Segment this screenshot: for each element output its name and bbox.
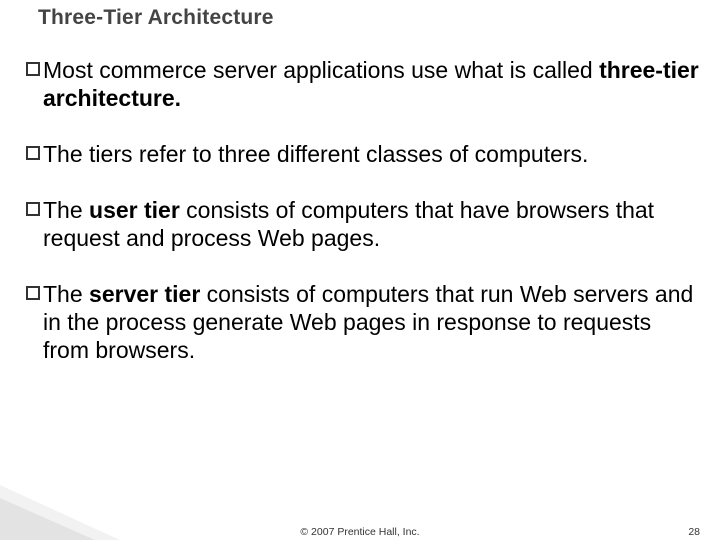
bullet-square-icon: [26, 286, 40, 300]
slide: Three-Tier Architecture Most commerce se…: [0, 0, 720, 540]
text-run: The tiers refer to three different class…: [43, 141, 588, 167]
bullet-text: The server tier consists of computers th…: [43, 280, 700, 364]
bullet-item: Most commerce server applications use wh…: [26, 56, 700, 112]
bullet-text: The tiers refer to three different class…: [43, 140, 700, 168]
bullet-square-icon: [26, 146, 40, 160]
text-run: The: [43, 281, 89, 307]
bullet-square-icon: [26, 62, 40, 76]
bullet-item: The server tier consists of computers th…: [26, 280, 700, 364]
text-run: The: [43, 197, 89, 223]
slide-title: Three-Tier Architecture: [38, 6, 274, 30]
text-run-bold: user tier: [89, 197, 180, 223]
text-run: Most commerce server applications use wh…: [43, 57, 599, 83]
page-number: 28: [688, 526, 700, 538]
slide-body: Most commerce server applications use wh…: [26, 56, 700, 392]
text-run-bold: server tier: [89, 281, 200, 307]
bullet-item: The tiers refer to three different class…: [26, 140, 700, 168]
bullet-text: Most commerce server applications use wh…: [43, 56, 700, 112]
bullet-square-icon: [26, 202, 40, 216]
copyright-text: © 2007 Prentice Hall, Inc.: [0, 526, 720, 538]
bullet-item: The user tier consists of computers that…: [26, 196, 700, 252]
bullet-text: The user tier consists of computers that…: [43, 196, 700, 252]
